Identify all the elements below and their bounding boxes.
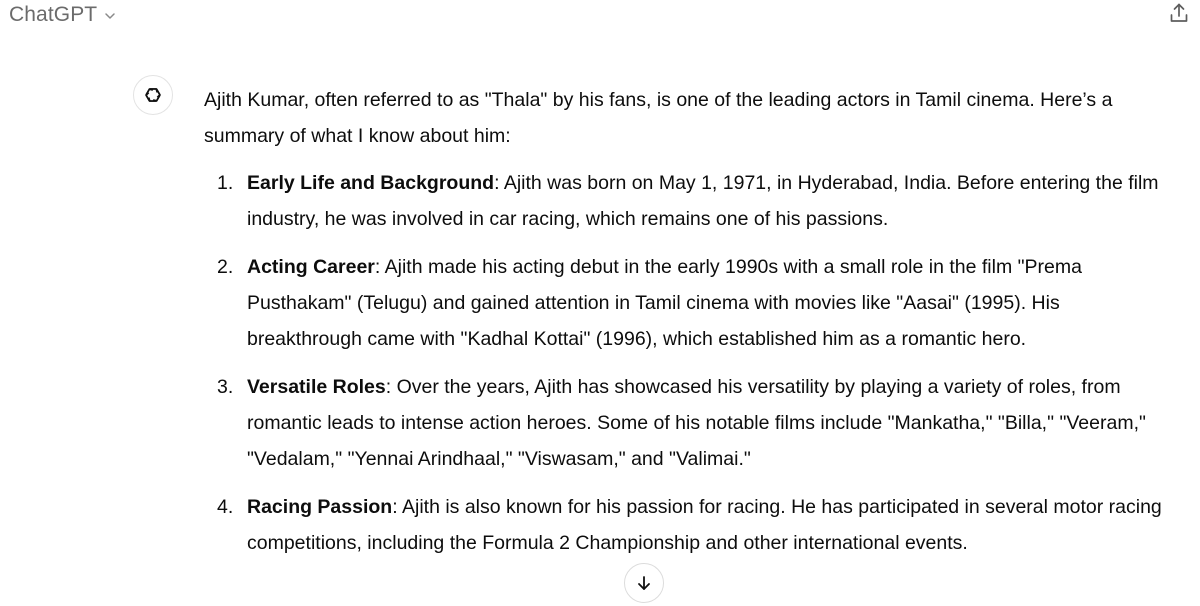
message-intro: Ajith Kumar, often referred to as "Thala…	[204, 89, 1113, 147]
chevron-down-icon	[103, 9, 117, 23]
model-switcher[interactable]: ChatGPT	[9, 0, 117, 30]
assistant-avatar	[133, 75, 173, 115]
list-number: 2.	[217, 256, 234, 278]
arrow-down-icon	[635, 574, 653, 592]
summary-list: 1. Early Life and Background: Ajith was …	[204, 165, 1164, 561]
share-icon	[1168, 2, 1190, 24]
model-name: ChatGPT	[9, 3, 98, 26]
list-term: Early Life and Background	[247, 172, 495, 194]
list-number: 1.	[217, 172, 234, 194]
share-button[interactable]	[1164, 0, 1194, 26]
list-item: 3. Versatile Roles: Over the years, Ajit…	[204, 369, 1164, 477]
scroll-to-bottom-button[interactable]	[624, 563, 664, 603]
openai-logo-icon	[140, 82, 166, 108]
list-item: 4. Racing Passion: Ajith is also known f…	[204, 489, 1164, 561]
list-term: Racing Passion	[247, 496, 393, 518]
list-item: 1. Early Life and Background: Ajith was …	[204, 165, 1164, 237]
top-bar: ChatGPT	[0, 0, 1200, 34]
list-number: 3.	[217, 376, 234, 398]
list-term: Acting Career	[247, 256, 375, 278]
list-term: Versatile Roles	[247, 376, 386, 398]
assistant-message: Ajith Kumar, often referred to as "Thala…	[204, 82, 1164, 573]
list-item: 2. Acting Career: Ajith made his acting …	[204, 249, 1164, 357]
list-number: 4.	[217, 496, 234, 518]
